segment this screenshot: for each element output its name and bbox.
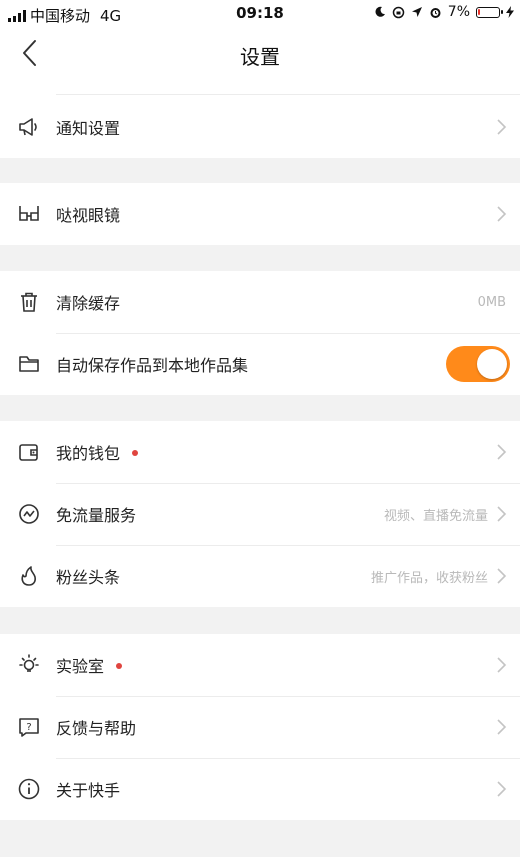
feedback-help-item[interactable]: ? 反馈与帮助: [0, 696, 520, 758]
lab-label: 实验室: [56, 653, 123, 677]
settings-group-storage: 清除缓存 0MB 自动保存作品到本地作品集: [0, 271, 520, 395]
chevron-right-icon: [497, 657, 507, 673]
folder-icon: [19, 356, 39, 372]
new-badge-dot: [116, 662, 123, 669]
fans-headline-value: 推广作品，收获粉丝: [370, 570, 488, 586]
settings-group-services: 我的钱包 免流量服务 视频、直播免流量 粉丝头条 推广作品，收获粉丝: [0, 421, 520, 607]
settings-group-glasses: 哒视眼镜: [0, 183, 520, 245]
wallet-icon: [19, 444, 38, 461]
header-divider: [0, 80, 520, 96]
clear-cache-item[interactable]: 清除缓存 0MB: [0, 271, 520, 333]
navigation-bar: 设置: [0, 28, 520, 80]
flame-icon: [21, 566, 36, 586]
alarm-icon: [430, 7, 441, 18]
about-label: 关于快手: [56, 781, 121, 800]
free-data-service-value: 视频、直播免流量: [383, 508, 488, 524]
svg-text:?: ?: [26, 722, 31, 733]
help-icon: ?: [19, 718, 39, 737]
new-badge-dot: [132, 449, 139, 456]
cache-size-value: 0MB: [477, 294, 506, 310]
settings-group-notifications: 通知设置: [0, 96, 520, 158]
chevron-right-icon: [497, 568, 507, 584]
chevron-right-icon: [497, 206, 507, 222]
notification-settings-label: 通知设置: [56, 119, 121, 138]
chevron-right-icon: [497, 444, 507, 460]
lightbulb-icon: [19, 654, 39, 672]
traffic-icon: [19, 504, 39, 524]
location-icon: [411, 7, 422, 17]
glasses-label: 哒视眼镜: [56, 206, 121, 225]
wallet-label: 我的钱包: [56, 440, 139, 464]
megaphone-icon: [19, 118, 37, 136]
page-title: 设置: [240, 45, 280, 69]
chevron-right-icon: [497, 506, 507, 522]
feedback-help-label: 反馈与帮助: [56, 719, 137, 738]
chevron-right-icon: [497, 719, 507, 735]
chevron-right-icon: [497, 119, 507, 135]
notification-settings-item[interactable]: 通知设置: [0, 96, 520, 158]
clear-cache-label: 清除缓存: [56, 294, 121, 313]
fans-headline-label: 粉丝头条: [56, 568, 121, 587]
lab-item[interactable]: 实验室: [0, 634, 520, 696]
battery-percent: 7%: [447, 4, 470, 20]
status-right: 7%: [374, 4, 514, 20]
status-bar: 中国移动 4G 09:18 7%: [0, 0, 520, 28]
about-item[interactable]: 关于快手: [0, 758, 520, 820]
auto-save-toggle[interactable]: [446, 346, 510, 382]
glasses-icon: [19, 206, 39, 221]
chevron-right-icon: [497, 781, 507, 797]
settings-group-about: 实验室 ? 反馈与帮助 关于快手: [0, 634, 520, 820]
battery-icon: [476, 6, 503, 18]
wallet-item[interactable]: 我的钱包: [0, 421, 520, 483]
glasses-item[interactable]: 哒视眼镜: [0, 183, 520, 245]
auto-save-item: 自动保存作品到本地作品集: [0, 333, 520, 395]
orientation-lock-icon: [392, 6, 405, 18]
toggle-knob: [477, 349, 507, 379]
auto-save-label: 自动保存作品到本地作品集: [56, 356, 249, 375]
charging-bolt-icon: [506, 6, 514, 18]
fans-headline-item[interactable]: 粉丝头条 推广作品，收获粉丝: [0, 545, 520, 607]
free-data-service-item[interactable]: 免流量服务 视频、直播免流量: [0, 483, 520, 545]
trash-icon: [21, 292, 37, 312]
moon-icon: [375, 6, 385, 17]
free-data-service-label: 免流量服务: [56, 506, 137, 525]
info-icon: [18, 778, 40, 800]
